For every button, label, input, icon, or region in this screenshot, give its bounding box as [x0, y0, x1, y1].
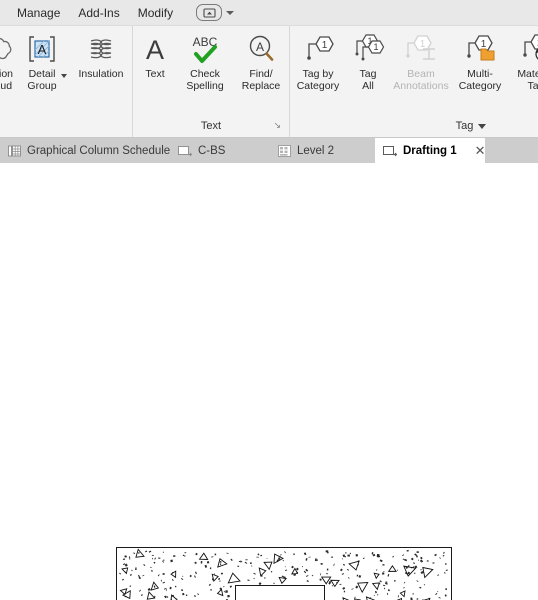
text-button[interactable]: A Text [133, 30, 177, 80]
view-tab-label: Graphical Column Schedule [27, 144, 171, 157]
beam-annotations-icon: 1 [404, 32, 438, 66]
insulation-icon [84, 32, 118, 66]
ribbon-group-detail-footer [0, 115, 132, 137]
beam-annotations-label: Beam Annotations [393, 68, 449, 92]
menu-bar: Manage Add-Ins Modify [0, 0, 538, 26]
find-replace-button[interactable]: A Find/ Replace [233, 30, 289, 92]
menu-modify[interactable]: Modify [129, 0, 182, 26]
tag-all-button[interactable]: 1 1 Tag All [346, 30, 390, 92]
material-tag-button[interactable]: 1 Material Tag [508, 30, 538, 92]
svg-text:A: A [146, 35, 164, 64]
svg-text:A: A [256, 40, 264, 54]
detail-group-label: Detail Group [27, 68, 57, 92]
svg-text:1: 1 [322, 40, 328, 51]
find-replace-icon: A [245, 32, 277, 66]
check-spelling-label: Check Spelling [186, 68, 224, 92]
revision-cloud-label: ...sion ...oud [0, 68, 13, 92]
schedule-icon [8, 145, 21, 157]
dropdown-caret-icon[interactable] [226, 10, 235, 15]
tag-by-category-label: Tag by Category [296, 68, 340, 92]
svg-text:1: 1 [481, 39, 487, 50]
material-tag-label: Material Tag [517, 68, 538, 92]
check-spelling-button[interactable]: ABC Check Spelling [177, 30, 233, 92]
drafting-view-icon [383, 145, 397, 157]
multi-category-button[interactable]: 1 Multi- Category [452, 30, 508, 92]
detail-group-caret-icon[interactable] [61, 74, 67, 78]
material-tag-icon: 1 [519, 32, 538, 66]
floorplan-icon [278, 144, 291, 157]
menu-manage[interactable]: Manage [8, 0, 69, 26]
revision-cloud-button[interactable]: ...sion ...oud [0, 30, 14, 92]
tag-group-caret-icon[interactable] [478, 123, 487, 129]
insulation-button[interactable]: Insulation [70, 30, 132, 80]
text-label: Text [145, 68, 165, 80]
ribbon: ...sion ...oud A Detail Group [0, 26, 538, 138]
beam-annotations-button: 1 Beam Annotations [390, 30, 452, 92]
find-replace-label: Find/ Replace [241, 68, 281, 92]
ribbon-group-text-footer: Text ↘ [133, 115, 289, 137]
view-tab-c-bs[interactable]: C-BS [170, 138, 270, 163]
text-dialog-launcher-icon[interactable]: ↘ [273, 120, 281, 131]
multi-category-icon: 1 [463, 32, 497, 66]
svg-text:A: A [38, 42, 47, 57]
sheet-icon [178, 145, 192, 157]
svg-text:1: 1 [373, 42, 378, 52]
view-tab-bar: Graphical Column Schedule C-BS Level 2 D… [0, 138, 538, 163]
view-tab-graphical-column-schedule[interactable]: Graphical Column Schedule [0, 138, 170, 163]
view-tab-label: Drafting 1 [403, 144, 457, 157]
tag-by-category-button[interactable]: 1 Tag by Category [290, 30, 346, 92]
view-tab-level-2[interactable]: Level 2 [270, 138, 375, 163]
detail-inner-rectangle[interactable] [235, 585, 325, 600]
ribbon-group-tag-footer[interactable]: Tag [290, 115, 538, 137]
tag-by-category-icon: 1 [301, 32, 335, 66]
ribbon-group-text: A Text ABC Check Spelling A Find/ Replac… [132, 26, 289, 137]
detail-group-button[interactable]: A Detail Group [14, 30, 70, 92]
menu-add-ins[interactable]: Add-Ins [69, 0, 128, 26]
check-spelling-icon: ABC [188, 32, 222, 66]
insulation-label: Insulation [78, 68, 124, 80]
detail-group-icon: A [26, 32, 58, 66]
tag-all-label: Tag All [359, 68, 377, 92]
ribbon-group-tag: 1 Tag by Category 1 1 Tag All 1 Beam Ann… [289, 26, 538, 137]
tag-all-icon: 1 1 [351, 32, 385, 66]
view-tab-label: Level 2 [297, 144, 335, 157]
drawing-canvas[interactable] [0, 163, 538, 600]
view-tab-drafting-1[interactable]: Drafting 1 ✕ [375, 138, 486, 163]
text-icon: A [140, 32, 170, 66]
ribbon-group-detail: ...sion ...oud A Detail Group [0, 26, 132, 137]
ribbon-group-text-label: Text [200, 119, 222, 132]
multi-category-label: Multi- Category [458, 68, 502, 92]
view-tab-label: C-BS [198, 144, 226, 157]
ribbon-group-tag-label: Tag [455, 119, 474, 132]
close-icon[interactable]: ✕ [475, 144, 486, 157]
window-icon[interactable] [196, 4, 223, 21]
